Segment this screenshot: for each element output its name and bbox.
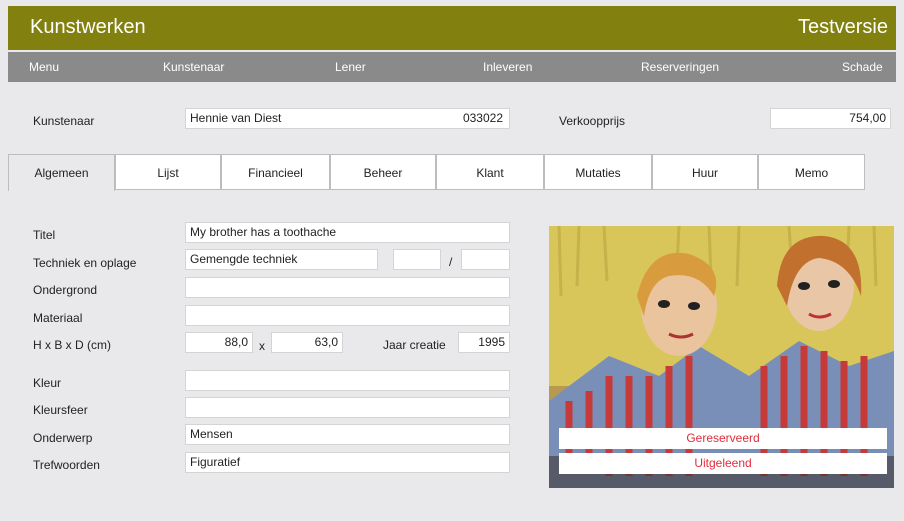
tab-mutaties[interactable]: Mutaties	[544, 154, 652, 190]
jaar-field[interactable]: 1995	[458, 332, 510, 353]
tab-algemeen[interactable]: Algemeen	[8, 154, 115, 191]
jaar-label: Jaar creatie	[383, 338, 446, 352]
dimensions-label: H x B x D (cm)	[33, 338, 111, 352]
menu-item-reserveringen[interactable]: Reserveringen	[641, 60, 719, 74]
menu-item-kunstenaar[interactable]: Kunstenaar	[163, 60, 224, 74]
onderwerp-label: Onderwerp	[33, 431, 93, 445]
kleur-field[interactable]	[185, 370, 510, 391]
kleursfeer-label: Kleursfeer	[33, 403, 88, 417]
tab-huur[interactable]: Huur	[652, 154, 758, 190]
materiaal-field[interactable]	[185, 305, 510, 326]
artist-label: Kunstenaar	[33, 114, 95, 128]
menu-item-lener[interactable]: Lener	[335, 60, 366, 74]
title-bar: Kunstwerken Testversie	[8, 6, 896, 50]
status-reserved-badge: Gereserveerd	[559, 428, 887, 449]
tab-lijst[interactable]: Lijst	[115, 154, 221, 190]
kleur-label: Kleur	[33, 376, 62, 390]
menu-item-inleveren[interactable]: Inleveren	[483, 60, 532, 74]
ondergrond-field[interactable]	[185, 277, 510, 298]
onderwerp-field[interactable]: Mensen	[185, 424, 510, 445]
tab-beheer[interactable]: Beheer	[330, 154, 436, 190]
menu-bar: Menu Kunstenaar Lener Inleveren Reserver…	[8, 52, 896, 82]
techniek-field[interactable]: Gemengde techniek	[185, 249, 378, 270]
titel-field[interactable]: My brother has a toothache	[185, 222, 510, 243]
artist-name-value: Hennie van Diest	[190, 111, 282, 125]
oplage-field[interactable]	[393, 249, 441, 270]
ondergrond-label: Ondergrond	[33, 283, 98, 297]
width-field[interactable]: 63,0	[271, 332, 343, 353]
status-lent-badge: Uitgeleend	[559, 453, 887, 474]
menu-item-menu[interactable]: Menu	[29, 60, 59, 74]
materiaal-label: Materiaal	[33, 311, 83, 325]
tab-bar: Algemeen Lijst Financieel Beheer Klant M…	[8, 154, 896, 191]
menu-item-schade[interactable]: Schade	[842, 60, 883, 74]
oplage-separator: /	[449, 255, 453, 269]
tab-klant[interactable]: Klant	[436, 154, 544, 190]
price-field[interactable]: 754,00	[770, 108, 891, 129]
dimension-separator: x	[259, 339, 265, 353]
tab-financieel[interactable]: Financieel	[221, 154, 330, 190]
tab-memo[interactable]: Memo	[758, 154, 865, 190]
trefwoorden-label: Trefwoorden	[33, 458, 100, 472]
techniek-label: Techniek en oplage	[33, 256, 137, 270]
height-field[interactable]: 88,0	[185, 332, 253, 353]
kleursfeer-field[interactable]	[185, 397, 510, 418]
app-title: Kunstwerken	[30, 16, 146, 38]
version-label: Testversie	[797, 16, 888, 38]
artist-name-field[interactable]: Hennie van Diest 033022	[185, 108, 510, 129]
trefwoorden-field[interactable]: Figuratief	[185, 452, 510, 473]
artist-code-value: 033022	[462, 111, 503, 125]
price-label: Verkoopprijs	[559, 114, 626, 128]
oplage-total-field[interactable]	[461, 249, 510, 270]
titel-label: Titel	[33, 228, 56, 242]
